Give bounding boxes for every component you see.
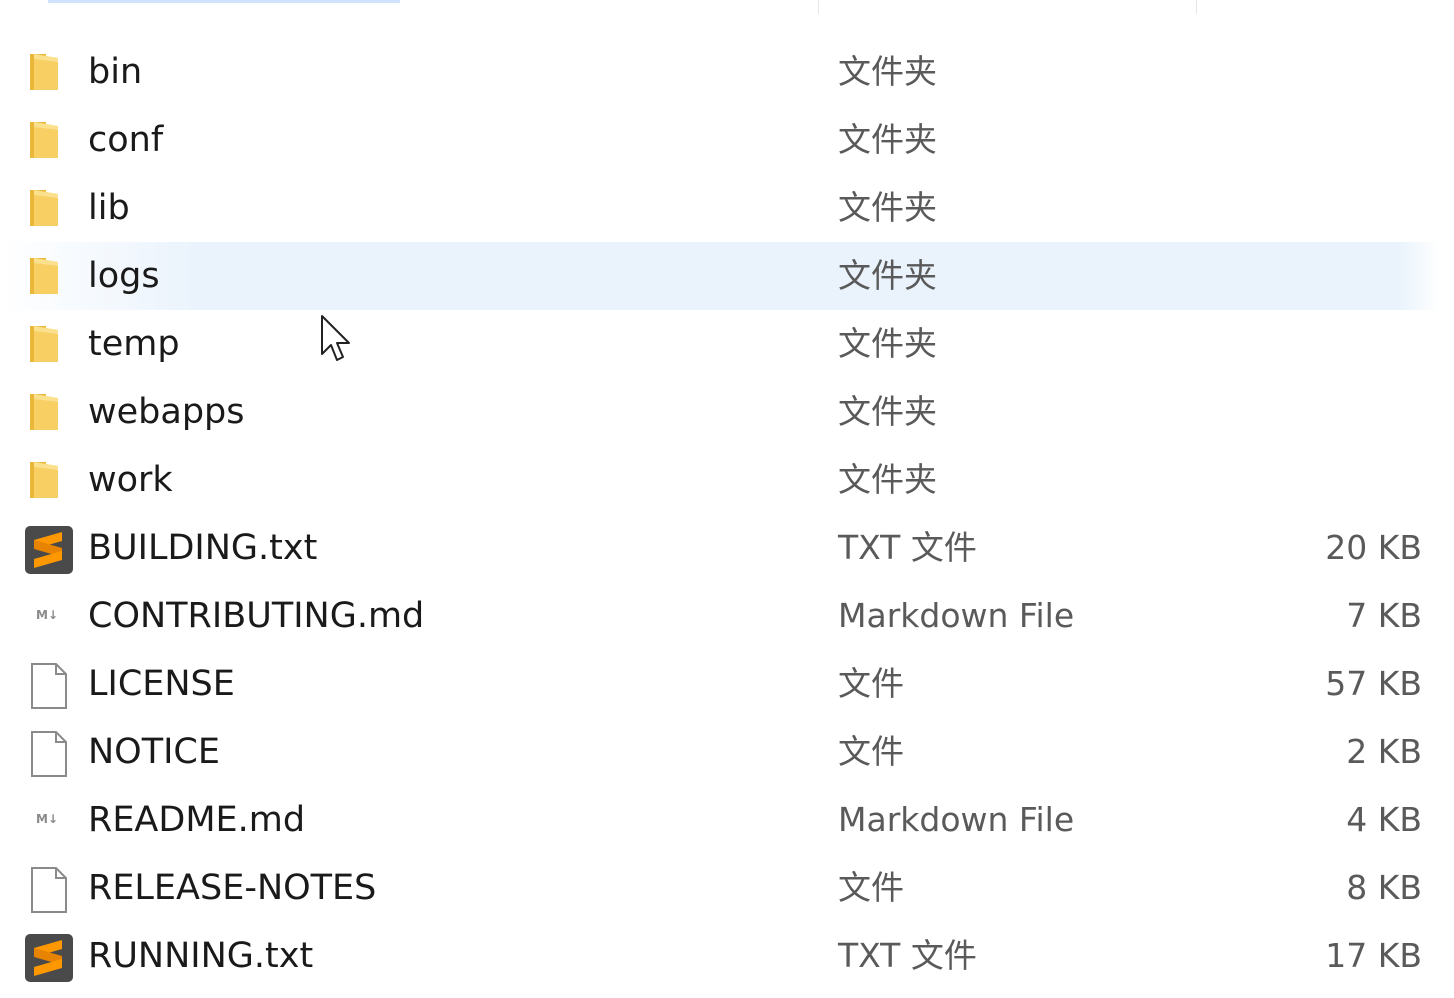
markdown-icon: M↓ (24, 798, 74, 842)
sublime-text-icon (24, 526, 74, 574)
file-list-row[interactable]: M↓ README.md Markdown File 4 KB (0, 786, 1454, 854)
file-type: Markdown File (838, 596, 1075, 635)
file-size: 7 KB (1346, 596, 1422, 635)
file-name[interactable]: work (88, 460, 173, 500)
file-size: 57 KB (1325, 664, 1422, 703)
file-list-row[interactable]: webapps 文件夹 (0, 378, 1454, 446)
file-name[interactable]: LICENSE (88, 664, 235, 704)
file-list-row[interactable]: RUNNING.txt TXT 文件 17 KB (0, 922, 1454, 990)
file-list: bin 文件夹 conf 文件夹 lib 文件夹 logs 文件夹 temp 文件夹 webapps… (0, 38, 1454, 990)
file-name[interactable]: CONTRIBUTING.md (88, 596, 424, 636)
file-icon (24, 662, 74, 709)
file-name[interactable]: NOTICE (88, 732, 220, 772)
file-name[interactable]: conf (88, 120, 163, 160)
file-name[interactable]: temp (88, 324, 180, 364)
file-name[interactable]: RUNNING.txt (88, 936, 313, 976)
column-divider[interactable] (1196, 0, 1197, 14)
file-list-row[interactable]: RELEASE-NOTES 文件 8 KB (0, 854, 1454, 922)
file-list-row[interactable]: LICENSE 文件 57 KB (0, 650, 1454, 718)
file-list-row[interactable]: work 文件夹 (0, 446, 1454, 514)
file-type: 文件 (838, 664, 904, 703)
file-size: 4 KB (1346, 800, 1422, 839)
file-list-row[interactable]: M↓ CONTRIBUTING.md Markdown File 7 KB (0, 582, 1454, 650)
svg-text:M↓: M↓ (36, 812, 58, 826)
file-type: 文件夹 (838, 188, 937, 227)
file-icon (24, 730, 74, 777)
file-name[interactable]: RELEASE-NOTES (88, 868, 376, 908)
file-type: 文件夹 (838, 256, 937, 295)
file-name[interactable]: logs (88, 256, 160, 296)
sublime-text-icon (24, 934, 74, 982)
file-size: 17 KB (1325, 936, 1422, 975)
file-name[interactable]: webapps (88, 392, 245, 432)
column-divider[interactable] (818, 0, 819, 14)
file-type: TXT 文件 (838, 936, 977, 975)
file-size: 8 KB (1346, 868, 1422, 907)
file-type: 文件夹 (838, 460, 937, 499)
column-header-strip (0, 0, 1454, 14)
file-type: 文件夹 (838, 52, 937, 91)
file-size: 20 KB (1325, 528, 1422, 567)
file-type: 文件夹 (838, 392, 937, 431)
file-name[interactable]: bin (88, 52, 142, 92)
file-list-row[interactable]: bin 文件夹 (0, 38, 1454, 106)
folder-icon (24, 390, 74, 434)
file-list-row[interactable]: temp 文件夹 (0, 310, 1454, 378)
mouse-cursor-icon (320, 314, 354, 366)
file-explorer: bin 文件夹 conf 文件夹 lib 文件夹 logs 文件夹 temp 文件夹 webapps… (0, 0, 1454, 998)
file-name[interactable]: lib (88, 188, 130, 228)
file-type: 文件 (838, 732, 904, 771)
svg-text:M↓: M↓ (36, 608, 58, 622)
column-header-name-accent[interactable] (48, 0, 400, 3)
file-list-row[interactable]: conf 文件夹 (0, 106, 1454, 174)
file-name[interactable]: BUILDING.txt (88, 528, 317, 568)
folder-icon (24, 458, 74, 502)
file-type: 文件夹 (838, 120, 937, 159)
folder-icon (24, 322, 74, 366)
file-list-row[interactable]: BUILDING.txt TXT 文件 20 KB (0, 514, 1454, 582)
file-icon (24, 866, 74, 913)
folder-icon (24, 186, 74, 230)
file-size: 2 KB (1346, 732, 1422, 771)
file-type: TXT 文件 (838, 528, 977, 567)
markdown-icon: M↓ (24, 594, 74, 638)
file-list-row[interactable]: logs 文件夹 (0, 242, 1454, 310)
folder-icon (24, 118, 74, 162)
file-type: 文件夹 (838, 324, 937, 363)
file-list-row[interactable]: NOTICE 文件 2 KB (0, 718, 1454, 786)
file-list-row[interactable]: lib 文件夹 (0, 174, 1454, 242)
folder-icon (24, 254, 74, 298)
folder-icon (24, 50, 74, 94)
file-type: Markdown File (838, 800, 1075, 839)
file-name[interactable]: README.md (88, 800, 305, 840)
file-type: 文件 (838, 868, 904, 907)
